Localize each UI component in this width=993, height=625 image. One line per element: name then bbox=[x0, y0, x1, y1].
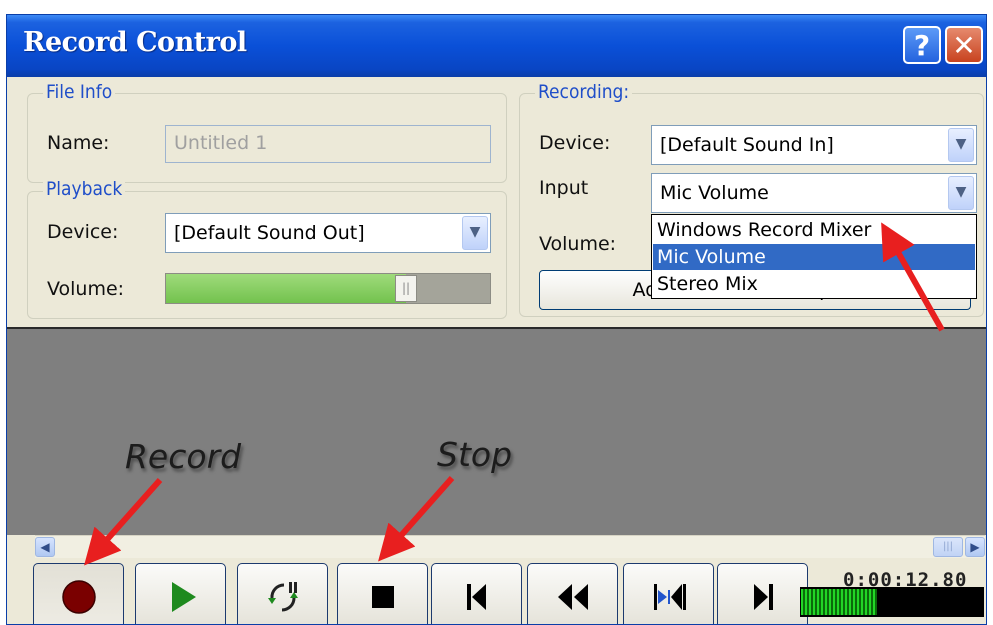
playback-volume-label: Volume: bbox=[47, 278, 125, 300]
scroll-left-icon[interactable]: ◀ bbox=[35, 537, 55, 557]
waveform-display[interactable]: Record Stop bbox=[7, 327, 986, 535]
close-button[interactable]: ✕ bbox=[945, 26, 983, 64]
recording-device-value: [Default Sound In] bbox=[660, 134, 834, 156]
title-bar[interactable]: Record Control ? ✕ bbox=[7, 15, 986, 77]
recording-device-select[interactable]: [Default Sound In] ▼ bbox=[651, 125, 977, 165]
stop-icon bbox=[372, 586, 394, 608]
playback-device-label: Device: bbox=[47, 221, 119, 243]
name-field[interactable]: Untitled 1 bbox=[165, 125, 491, 163]
chevron-down-icon[interactable]: ▼ bbox=[948, 128, 974, 162]
dropdown-option-mic-volume[interactable]: Mic Volume bbox=[653, 244, 975, 270]
skip-start-icon bbox=[467, 584, 486, 610]
chevron-down-icon[interactable]: ▼ bbox=[462, 216, 488, 250]
dropdown-option-stereo-mix[interactable]: Stereo Mix bbox=[653, 271, 975, 297]
stop-button[interactable] bbox=[337, 563, 428, 624]
rewind-icon bbox=[558, 584, 588, 610]
file-info-legend: File Info bbox=[43, 81, 116, 103]
volume-fill bbox=[166, 274, 406, 303]
dropdown-option-windows-record-mixer[interactable]: Windows Record Mixer bbox=[653, 217, 975, 243]
loop-pause-icon bbox=[268, 582, 298, 612]
recording-volume-label: Volume: bbox=[539, 233, 617, 255]
recording-legend: Recording: bbox=[535, 81, 633, 103]
window-title: Record Control bbox=[23, 27, 247, 58]
input-dropdown-list: Windows Record Mixer Mic Volume Stereo M… bbox=[651, 214, 977, 299]
name-label: Name: bbox=[47, 132, 110, 154]
scrollbar-thumb[interactable]: ||| bbox=[933, 537, 963, 557]
loop-pause-button[interactable] bbox=[237, 563, 328, 624]
skip-to-start-button[interactable] bbox=[431, 563, 522, 624]
horizontal-scrollbar[interactable]: ◀ ||| ▶ bbox=[35, 535, 985, 558]
record-annotation: Record bbox=[125, 437, 242, 476]
skip-to-end-button[interactable] bbox=[717, 563, 808, 624]
playback-legend: Playback bbox=[43, 178, 126, 200]
record-button[interactable] bbox=[33, 563, 124, 624]
playback-device-value: [Default Sound Out] bbox=[174, 222, 365, 244]
volume-slider-thumb[interactable]: || bbox=[395, 275, 417, 302]
record-icon bbox=[62, 580, 96, 614]
help-button[interactable]: ? bbox=[903, 26, 941, 64]
recording-device-label: Device: bbox=[539, 132, 611, 154]
play-icon bbox=[172, 582, 196, 612]
playback-device-select[interactable]: [Default Sound Out] ▼ bbox=[165, 213, 491, 253]
rewind-button[interactable] bbox=[527, 563, 618, 624]
scroll-right-icon[interactable]: ▶ bbox=[965, 537, 985, 557]
play-button[interactable] bbox=[135, 563, 226, 624]
recording-input-select[interactable]: Mic Volume ▼ bbox=[651, 173, 977, 213]
level-meter bbox=[800, 587, 984, 617]
markers-icon bbox=[654, 584, 686, 610]
skip-end-icon bbox=[754, 584, 773, 610]
recording-input-label: Input bbox=[539, 177, 589, 199]
recording-input-value: Mic Volume bbox=[660, 182, 769, 204]
record-control-window: Record Control ? ✕ File Info Name: Untit… bbox=[6, 14, 987, 625]
playback-volume-slider[interactable]: || bbox=[165, 273, 491, 304]
level-meter-fill bbox=[801, 589, 877, 615]
skip-markers-button[interactable] bbox=[623, 563, 714, 624]
chevron-down-icon[interactable]: ▼ bbox=[948, 176, 974, 210]
stop-annotation: Stop bbox=[437, 435, 513, 474]
